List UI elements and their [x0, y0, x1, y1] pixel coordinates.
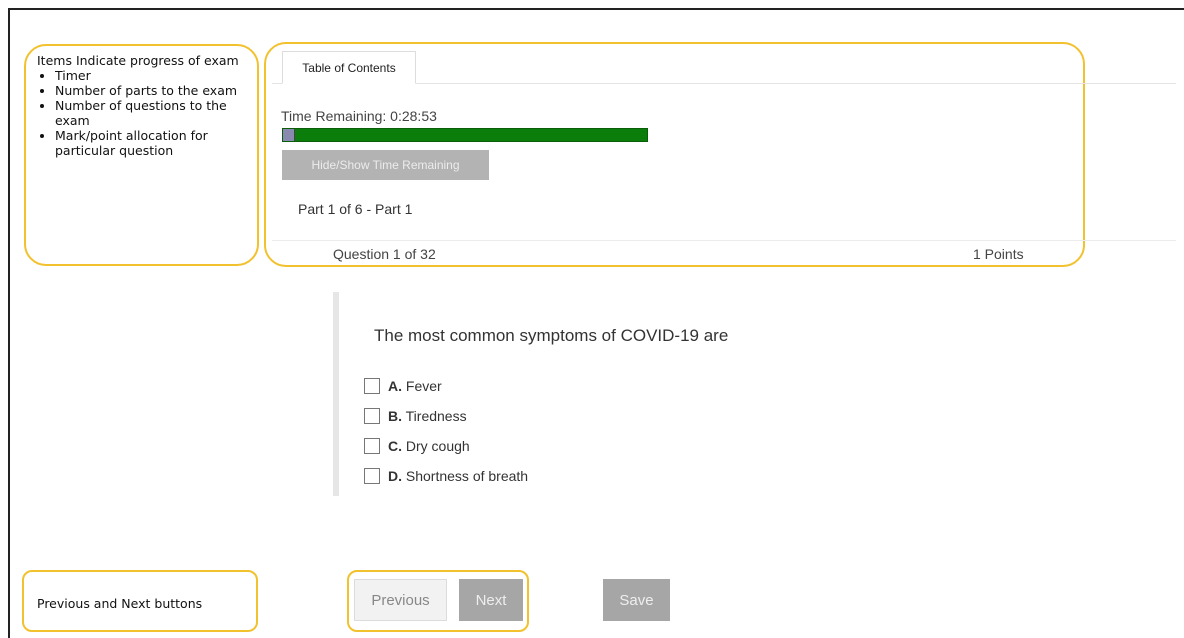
option-letter: A.	[388, 378, 402, 394]
question-bar-divider	[272, 240, 1176, 241]
option-label: Shortness of breath	[405, 468, 529, 484]
question-panel-border	[333, 292, 339, 496]
question-points: 1 Points	[973, 246, 1024, 262]
progress-note-text: Items Indicate progress of exam Timer Nu…	[37, 53, 249, 158]
progress-note-heading: Items Indicate progress of exam	[37, 53, 239, 68]
option-b-checkbox[interactable]	[364, 408, 380, 424]
question-text: The most common symptoms of COVID-19 are	[374, 326, 729, 345]
progress-note-list: Timer Number of parts to the exam Number…	[37, 68, 249, 158]
option-label: Dry cough	[405, 438, 470, 454]
option-a[interactable]: A. Fever	[364, 378, 442, 394]
nav-note-text: Previous and Next buttons	[37, 596, 203, 611]
hide-show-time-button[interactable]: Hide/Show Time Remaining	[282, 150, 489, 180]
previous-button[interactable]: Previous	[354, 579, 447, 621]
next-button[interactable]: Next	[459, 579, 523, 621]
option-c-checkbox[interactable]	[364, 438, 380, 454]
option-d-checkbox[interactable]	[364, 468, 380, 484]
option-letter: C.	[388, 438, 402, 454]
time-progress-elapsed	[283, 129, 295, 141]
option-c[interactable]: C. Dry cough	[364, 438, 470, 454]
time-remaining-label: Time Remaining: 0:28:53	[281, 108, 437, 124]
time-progress-bar	[282, 128, 648, 142]
question-counter: Question 1 of 32	[333, 246, 436, 262]
progress-note-item: Number of parts to the exam	[55, 83, 249, 98]
progress-note-item: Number of questions to the exam	[55, 98, 249, 128]
save-button[interactable]: Save	[603, 579, 670, 621]
progress-note-item: Mark/point allocation for particular que…	[55, 128, 249, 158]
option-letter: D.	[388, 468, 402, 484]
progress-note-item: Timer	[55, 68, 249, 83]
option-d[interactable]: D. Shortness of breath	[364, 468, 528, 484]
option-label: Tiredness	[405, 408, 467, 424]
option-b[interactable]: B. Tiredness	[364, 408, 467, 424]
option-a-checkbox[interactable]	[364, 378, 380, 394]
option-letter: B.	[388, 408, 402, 424]
part-indicator: Part 1 of 6 - Part 1	[298, 201, 413, 217]
option-label: Fever	[405, 378, 442, 394]
tab-table-of-contents[interactable]: Table of Contents	[282, 51, 416, 84]
